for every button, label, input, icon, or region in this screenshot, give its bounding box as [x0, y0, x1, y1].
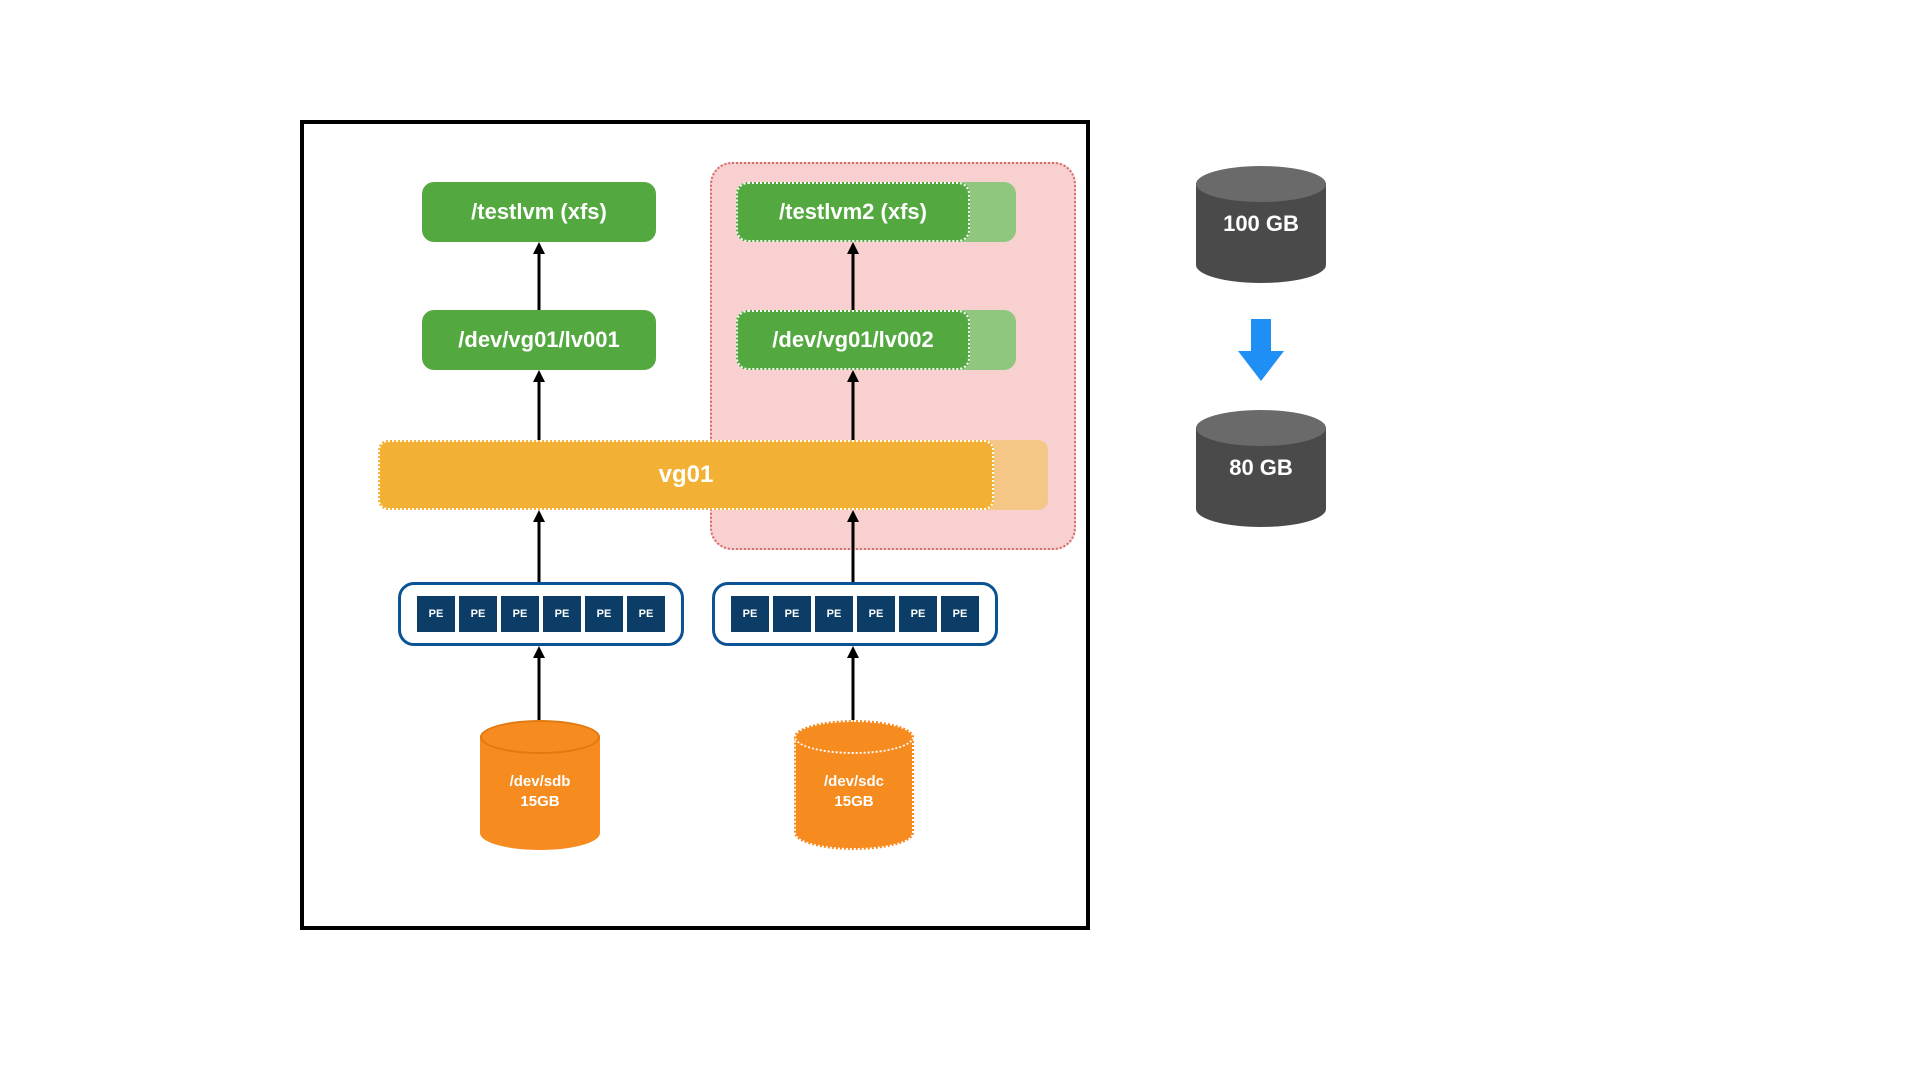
arrow-down-icon [1234, 315, 1288, 385]
capacity-before-label: 100 GB [1196, 210, 1326, 239]
arrow-pv-to-pe-left [532, 646, 546, 720]
pe-container-left: PE PE PE PE PE PE [398, 582, 684, 646]
pv-right-label: /dev/sdc 15GB [794, 772, 914, 811]
pe-cell: PE [459, 596, 497, 632]
vg-bar: vg01 [378, 440, 994, 510]
pe-cell: PE [773, 596, 811, 632]
pe-cell: PE [857, 596, 895, 632]
capacity-after-label: 80 GB [1196, 454, 1326, 483]
pv-left-label: /dev/sdb 15GB [480, 772, 600, 811]
mount-left: /testlvm (xfs) [422, 182, 656, 242]
mount-left-label: /testlvm (xfs) [471, 199, 607, 225]
pe-cell: PE [585, 596, 623, 632]
pv-disk-right: /dev/sdc 15GB [794, 720, 914, 850]
arrow-vg-to-lv-left [532, 370, 546, 440]
pe-cell: PE [417, 596, 455, 632]
lv-left-label: /dev/vg01/lv001 [458, 327, 619, 353]
lv-left: /dev/vg01/lv001 [422, 310, 656, 370]
pe-cell: PE [501, 596, 539, 632]
arrow-vg-to-lv-right [846, 370, 860, 440]
pe-cell: PE [815, 596, 853, 632]
mount-right-label: /testlvm2 (xfs) [779, 199, 927, 225]
mount-right: /testlvm2 (xfs) [736, 182, 970, 242]
pe-cell: PE [899, 596, 937, 632]
pe-cell: PE [627, 596, 665, 632]
vg-name: vg01 [659, 461, 714, 489]
arrow-pv-to-pe-right [846, 646, 860, 720]
arrow-lv-to-mount-right [846, 242, 860, 310]
lv-right-label: /dev/vg01/lv002 [772, 327, 933, 353]
pe-cell: PE [941, 596, 979, 632]
arrow-lv-to-mount-left [532, 242, 546, 310]
capacity-disk-before: 100 GB [1196, 166, 1326, 286]
capacity-disk-after: 80 GB [1196, 410, 1326, 530]
pv-disk-left: /dev/sdb 15GB [480, 720, 600, 850]
pe-container-right: PE PE PE PE PE PE [712, 582, 998, 646]
pe-cell: PE [731, 596, 769, 632]
lv-right: /dev/vg01/lv002 [736, 310, 970, 370]
arrow-pe-to-vg-right [846, 510, 860, 582]
pe-cell: PE [543, 596, 581, 632]
arrow-pe-to-vg-left [532, 510, 546, 582]
